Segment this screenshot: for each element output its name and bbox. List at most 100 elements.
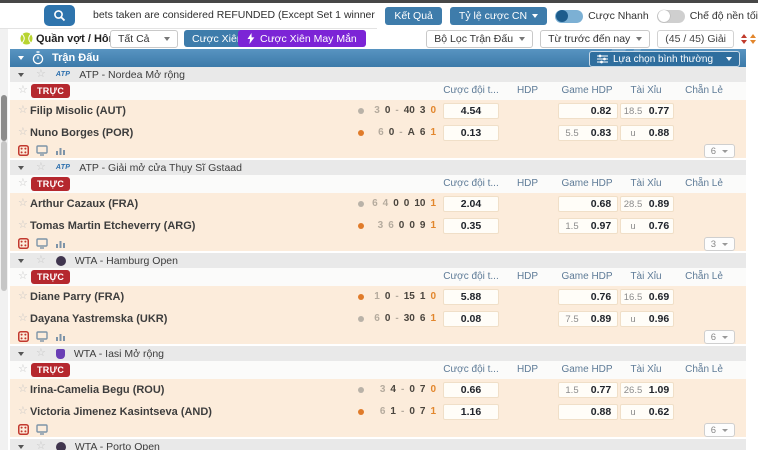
live-header-row: ☆ TRỰC Cược đội t... HDP Game HDP Tài Xỉ… <box>10 268 746 286</box>
moneyline-odds[interactable]: 1.16 <box>443 404 499 420</box>
more-markets-select[interactable]: 6 <box>703 144 735 158</box>
score-token: A <box>407 127 415 138</box>
over-under-odds[interactable]: u 0.88 <box>620 125 674 141</box>
over-under-odds[interactable]: u 0.96 <box>620 311 674 327</box>
column-header-over-under: Tài Xỉu <box>630 178 662 189</box>
moneyline-odds[interactable]: 4.54 <box>443 103 499 119</box>
league-section: ☆ WTA - Porto Open <box>10 439 746 450</box>
game-hdp-odds[interactable]: 1.5 0.97 <box>558 218 618 234</box>
league-row[interactable]: ☆ WTA - Iasi Mở rộng <box>10 346 746 361</box>
player-name: Irina-Camelia Begu (ROU) <box>30 384 165 396</box>
column-header-hdp: HDP <box>516 85 539 96</box>
search-button[interactable] <box>44 5 75 26</box>
time-filter-select[interactable]: Tất Cả <box>110 30 178 48</box>
favorite-star-icon[interactable]: ☆ <box>18 406 28 417</box>
lucky-parlay-button[interactable]: Cược Xiên May Mắn <box>238 30 366 47</box>
favorite-star-icon[interactable]: ☆ <box>18 364 28 375</box>
over-under-odds[interactable]: u 0.76 <box>620 218 674 234</box>
live-badge: TRỰC <box>31 177 71 191</box>
quick-bet-toggle[interactable] <box>555 9 584 23</box>
chevron-down-icon <box>519 37 526 41</box>
favorite-star-icon[interactable]: ☆ <box>18 198 28 209</box>
chevron-down-icon <box>722 149 728 153</box>
more-markets-select[interactable]: 6 <box>703 423 735 437</box>
view-mode-button[interactable]: Lựa chọn bình thường <box>588 51 740 67</box>
filter-bar: Quần vợt / Hôm Nay Tất Cả Cược Xiên Cược… <box>8 30 758 48</box>
statistics-icon[interactable] <box>55 238 66 249</box>
moneyline-odds[interactable]: 0.13 <box>443 125 499 141</box>
scrollbar-thumb[interactable] <box>1 95 7 141</box>
favorite-star-icon[interactable]: ☆ <box>18 178 28 189</box>
favorite-star-icon[interactable]: ☆ <box>18 127 28 138</box>
game-hdp-odds[interactable]: 0.82 <box>558 103 618 119</box>
dark-mode-toggle[interactable] <box>656 9 685 23</box>
over-under-odds[interactable]: 28.5 0.89 <box>620 196 674 212</box>
favorite-star-icon[interactable]: ☆ <box>36 69 46 80</box>
game-hdp-odds[interactable]: 5.5 0.83 <box>558 125 618 141</box>
sort-arrows-icon[interactable] <box>741 34 756 44</box>
collapse-all-chevron[interactable] <box>18 56 24 60</box>
match-filter-select[interactable]: Bộ Lọc Trận Đấu <box>426 30 534 48</box>
over-under-odds[interactable]: 26.5 1.09 <box>620 382 674 398</box>
favorite-star-icon[interactable]: ☆ <box>18 220 28 231</box>
player-name: Victoria Jimenez Kasintseva (AND) <box>30 406 212 418</box>
league-row[interactable]: ☆ ATP ATP - Nordea Mở rộng <box>10 67 746 82</box>
tournament-logo <box>55 348 65 359</box>
bet-builder-icon[interactable] <box>18 424 29 435</box>
over-under-odds[interactable]: 18.5 0.77 <box>620 103 674 119</box>
date-range-select[interactable]: Từ trước đến nay <box>540 30 651 48</box>
league-row[interactable]: ☆ WTA - Porto Open <box>10 439 746 450</box>
more-markets-count: 3 <box>710 238 716 250</box>
score-token: 1 <box>430 220 436 231</box>
game-hdp-odds[interactable]: 0.88 <box>558 404 618 420</box>
game-hdp-odds[interactable]: 7.5 0.89 <box>558 311 618 327</box>
moneyline-odds[interactable]: 2.04 <box>443 196 499 212</box>
odds-type-button[interactable]: Tỷ lệ cược CN <box>449 7 548 25</box>
favorite-star-icon[interactable]: ☆ <box>36 255 46 266</box>
bet-builder-icon[interactable] <box>18 238 29 249</box>
handicap-label: 1.5 <box>565 384 579 396</box>
favorite-star-icon[interactable]: ☆ <box>36 441 46 450</box>
game-hdp-odds[interactable]: 1.5 0.77 <box>558 382 618 398</box>
match-tools-row: 6 <box>10 330 746 344</box>
over-under-odds[interactable]: u 0.62 <box>620 404 674 420</box>
live-stream-icon[interactable] <box>36 331 48 342</box>
league-row[interactable]: ☆ ATP ATP - Giải mở cửa Thụy Sĩ Gstaad <box>10 160 746 175</box>
live-badge: TRỰC <box>31 270 71 284</box>
odds-value: 0.69 <box>648 291 670 303</box>
favorite-star-icon[interactable]: ☆ <box>36 162 46 173</box>
favorite-star-icon[interactable]: ☆ <box>18 85 28 96</box>
statistics-icon[interactable] <box>55 331 66 342</box>
handicap-label: 1.5 <box>565 220 579 232</box>
sliders-icon <box>596 54 608 64</box>
live-stream-icon[interactable] <box>36 238 48 249</box>
more-markets-select[interactable]: 3 <box>703 237 735 251</box>
bet-builder-icon[interactable] <box>18 331 29 342</box>
bet-builder-icon[interactable] <box>18 145 29 156</box>
favorite-star-icon[interactable]: ☆ <box>18 271 28 282</box>
column-header-odd-even: Chẵn Lẻ <box>685 364 723 375</box>
favorite-star-icon[interactable]: ☆ <box>18 313 28 324</box>
live-stream-icon[interactable] <box>36 424 48 435</box>
favorite-star-icon[interactable]: ☆ <box>36 348 46 359</box>
left-scrollbar[interactable] <box>0 29 8 450</box>
score-token: 1 <box>390 406 396 417</box>
score-token: 6 <box>419 127 426 138</box>
moneyline-odds[interactable]: 0.35 <box>443 218 499 234</box>
favorite-star-icon[interactable]: ☆ <box>18 291 28 302</box>
score-token: 0 <box>430 291 436 302</box>
moneyline-odds[interactable]: 5.88 <box>443 289 499 305</box>
results-button[interactable]: Kết Quả <box>385 7 442 25</box>
over-under-odds[interactable]: 16.5 0.69 <box>620 289 674 305</box>
moneyline-odds[interactable]: 0.08 <box>443 311 499 327</box>
league-row[interactable]: ☆ WTA - Hamburg Open <box>10 253 746 268</box>
favorite-star-icon[interactable]: ☆ <box>18 384 28 395</box>
live-stream-icon[interactable] <box>36 145 48 156</box>
game-hdp-odds[interactable]: 0.76 <box>558 289 618 305</box>
serve-indicator <box>358 130 364 136</box>
more-markets-select[interactable]: 6 <box>703 330 735 344</box>
favorite-star-icon[interactable]: ☆ <box>18 105 28 116</box>
game-hdp-odds[interactable]: 0.68 <box>558 196 618 212</box>
statistics-icon[interactable] <box>55 145 66 156</box>
moneyline-odds[interactable]: 0.66 <box>443 382 499 398</box>
